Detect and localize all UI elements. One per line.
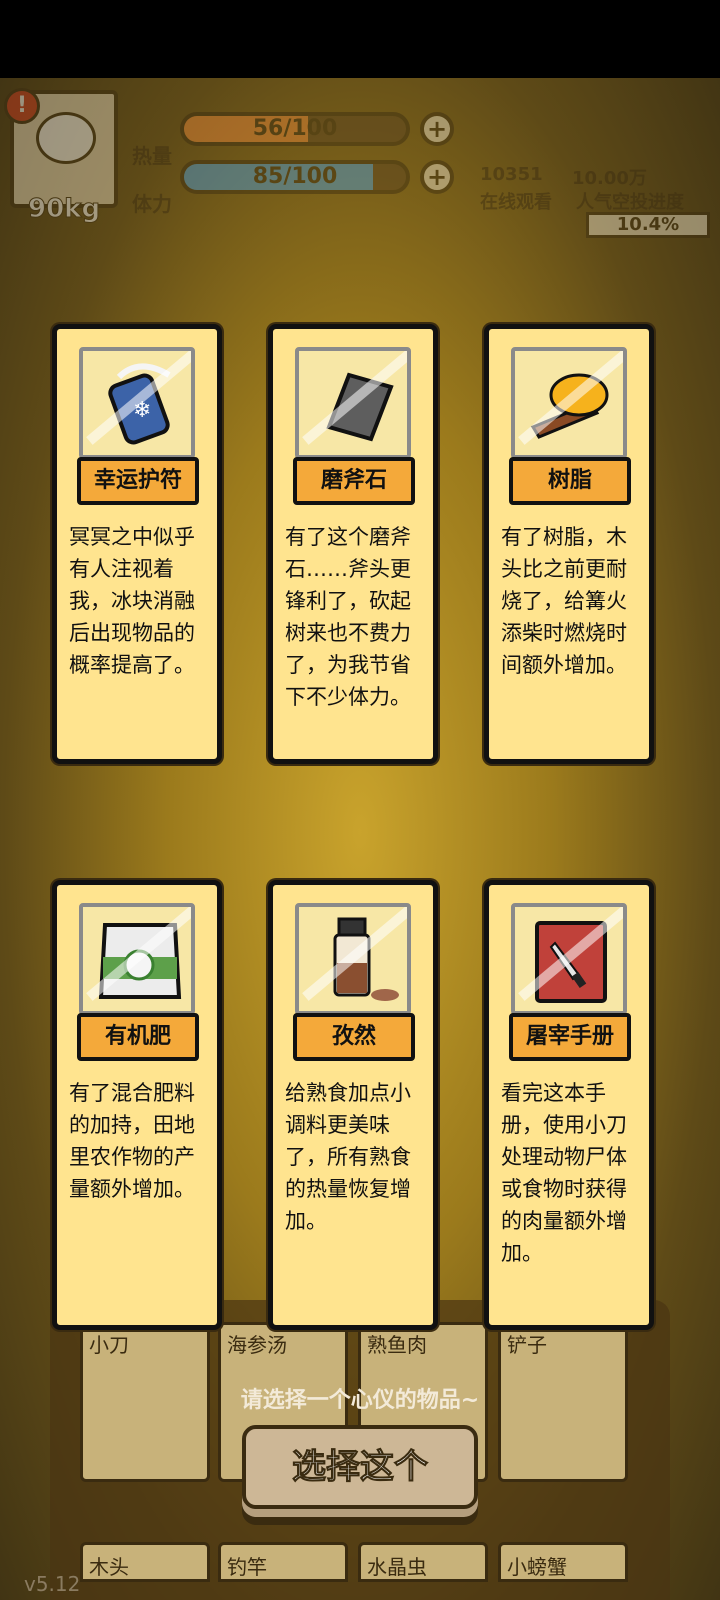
item-description: 有了这个磨斧石……斧头更锋利了，砍起树来也不费力了，为我节省下不少体力。 [285,525,411,709]
cat-face-icon [36,112,96,164]
status-bar [0,0,720,78]
item-description: 有了混合肥料的加持，田地里农作物的产量额外增加。 [69,1081,195,1201]
add-calories-button[interactable]: + [420,112,454,146]
background-hud: ! 90kg 热量 56/100 + 体力 85/100 + 10351 10.… [0,78,720,278]
item-name: 树脂 [509,457,631,505]
popularity-label: 人气空投进度 [576,192,684,213]
item-card-organic-fertilizer[interactable]: 有机肥 有了混合肥料的加持，田地里农作物的产量额外增加。 [52,880,222,1330]
item-name: 屠宰手册 [509,1013,631,1061]
item-description: 看完这本手册，使用小刀处理动物尸体或食物时获得的肉量额外增加。 [501,1081,627,1265]
inventory-item: 钓竿 [218,1542,348,1582]
stamina-bar: 85/100 [180,160,410,194]
viewer-count: 10351 [480,164,543,185]
inventory-item: 木头 [80,1542,210,1582]
calories-bar: 56/100 [180,112,410,146]
stamina-value: 85/100 [252,164,338,189]
amulet-icon: ❄ [79,347,195,459]
inventory-item: 小螃蟹 [498,1542,628,1582]
resin-icon [511,347,627,459]
item-name: 孜然 [293,1013,415,1061]
item-name: 幸运护符 [77,457,199,505]
choose-button-label: 选择这个 [242,1425,478,1509]
item-description: 给熟食加点小调料更美味了，所有熟食的热量恢复增加。 [285,1081,411,1233]
fertilizer-bag-icon [79,903,195,1015]
item-description: 有了树脂，木头比之前更耐烧了，给篝火添柴时燃烧时间额外增加。 [501,525,627,677]
game-screen: ! 90kg 热量 56/100 + 体力 85/100 + 10351 10.… [0,0,720,1600]
calories-value: 56/100 [252,116,338,141]
inventory-item: 水晶虫 [358,1542,488,1582]
choose-button[interactable]: 选择这个 [242,1425,478,1517]
cumin-jar-icon [295,903,411,1015]
add-stamina-button[interactable]: + [420,160,454,194]
popularity-count: 10.00万 [572,168,647,189]
item-card-butcher-manual[interactable]: 屠宰手册 看完这本手册，使用小刀处理动物尸体或食物时获得的肉量额外增加。 [484,880,654,1330]
selection-prompt: 请选择一个心仪的物品~ [240,1388,480,1413]
weight-label: 90kg [27,194,101,225]
alert-icon: ! [4,88,40,124]
item-card-resin[interactable]: 树脂 有了树脂，木头比之前更耐烧了，给篝火添柴时燃烧时间额外增加。 [484,324,654,764]
viewer-label: 在线观看 [480,192,552,213]
item-description: 冥冥之中似乎有人注视着我，冰块消融后出现物品的概率提高了。 [69,525,195,677]
item-card-cumin[interactable]: 孜然 给熟食加点小调料更美味了，所有熟食的热量恢复增加。 [268,880,438,1330]
item-card-lucky-amulet[interactable]: ❄ 幸运护符 冥冥之中似乎有人注视着我，冰块消融后出现物品的概率提高了。 [52,324,222,764]
stamina-label: 体力 [132,192,172,216]
item-name: 磨斧石 [293,457,415,505]
calories-label: 热量 [132,144,172,168]
whetstone-icon [295,347,411,459]
version-label: v5.12 [24,1572,81,1596]
item-card-whetstone[interactable]: 磨斧石 有了这个磨斧石……斧头更锋利了，砍起树来也不费力了，为我节省下不少体力。 [268,324,438,764]
airdrop-progress: 10.4% [586,212,710,238]
item-name: 有机肥 [77,1013,199,1061]
butcher-book-icon [511,903,627,1015]
